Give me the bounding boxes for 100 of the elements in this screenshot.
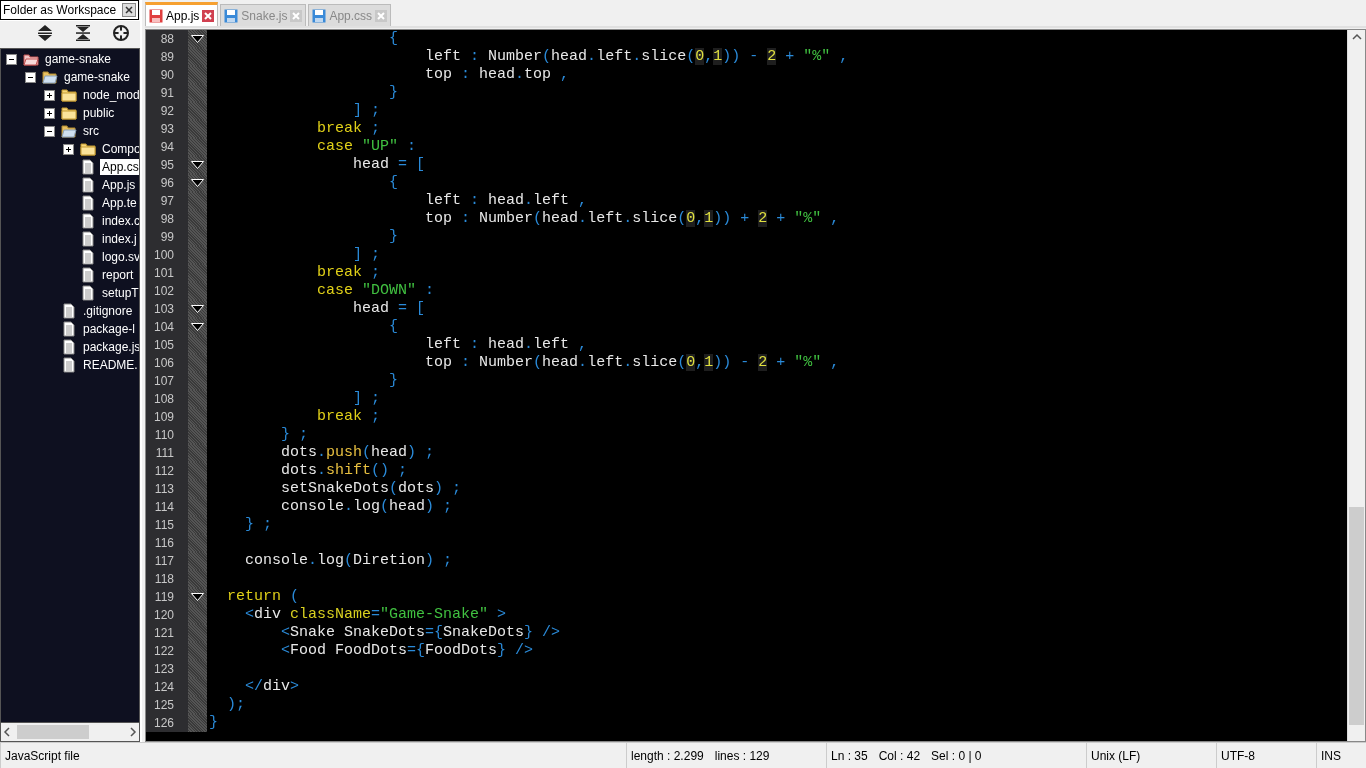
line-number: 103 [146, 300, 188, 318]
code-line: head = [ [352, 156, 426, 174]
fold-marker-icon[interactable] [191, 593, 204, 601]
folder-icon [42, 69, 58, 85]
line-number: 109 [146, 408, 188, 426]
code-line: ] ; [352, 102, 381, 120]
close-icon[interactable] [202, 9, 215, 22]
line-number: 111 [146, 444, 188, 462]
code-line: console.log(head) ; [280, 498, 453, 516]
fold-marker-icon[interactable] [191, 179, 204, 187]
tree-item[interactable]: App.js [100, 177, 138, 193]
close-button[interactable] [122, 3, 136, 17]
code-line: { [388, 30, 399, 48]
line-number: 114 [146, 498, 188, 516]
tree-item[interactable]: README. [81, 357, 139, 373]
code-line: top : Number(head.left.slice(0,1)) - 2 + "%" , [424, 354, 840, 372]
line-number: 96 [146, 174, 188, 192]
line-number: 92 [146, 102, 188, 120]
tree-item[interactable]: index.j [100, 231, 139, 247]
tree-item[interactable]: .gitignore [81, 303, 135, 319]
status-text: INS [1321, 749, 1341, 763]
tree-item[interactable]: game-snake [62, 69, 133, 85]
line-number: 120 [146, 606, 188, 624]
folder-icon [61, 123, 77, 139]
line-number: 116 [146, 534, 188, 552]
code-line: ] ; [352, 246, 381, 264]
line-number: 124 [146, 678, 188, 696]
panel-title: Folder as Workspace [3, 3, 117, 17]
line-number: 126 [146, 714, 188, 732]
file-icon [80, 213, 96, 229]
line-number: 90 [146, 66, 188, 84]
expand-arrows-icon[interactable] [36, 24, 54, 42]
status-text: length : 2.299 [631, 749, 704, 763]
line-number: 102 [146, 282, 188, 300]
folder-icon [61, 105, 77, 121]
collapse-toggle-icon[interactable] [6, 53, 17, 65]
fold-marker-icon[interactable] [191, 323, 204, 331]
status-text: UTF-8 [1221, 749, 1255, 763]
file-icon [80, 267, 96, 283]
code-line: left : head.left , [424, 192, 588, 210]
code-line: left : Number(head.left.slice(0,1)) - 2 + "%" , [424, 48, 849, 66]
crosshair-icon[interactable] [112, 24, 130, 42]
code-line: } [208, 714, 218, 732]
status-text: Unix (LF) [1091, 749, 1141, 763]
code-line: { [388, 318, 399, 336]
collapse-toggle-icon[interactable] [25, 71, 36, 83]
tree-item[interactable]: App.cs [100, 159, 139, 175]
collapse-toggle-icon[interactable] [44, 125, 55, 137]
code-line: head = [ [352, 300, 426, 318]
code-line: ] ; [352, 390, 381, 408]
expand-toggle-icon[interactable] [44, 89, 55, 101]
line-number: 106 [146, 354, 188, 372]
tree-item[interactable]: report [100, 267, 136, 283]
code-line: ); [226, 696, 245, 714]
fold-marker-icon[interactable] [191, 305, 204, 313]
fold-marker-icon[interactable] [191, 161, 204, 169]
file-icon [61, 321, 77, 337]
tree-item[interactable]: game-snake [43, 51, 114, 67]
tree-item[interactable]: setupT [100, 285, 139, 301]
file-icon [80, 285, 96, 301]
tree-item[interactable]: node_mod [81, 87, 139, 103]
status-text: Ln : 35 [831, 749, 868, 763]
line-number: 113 [146, 480, 188, 498]
file-tab[interactable]: App.js [145, 2, 219, 26]
scroll-left-icon[interactable] [1, 726, 13, 738]
line-number: 125 [146, 696, 188, 714]
line-number: 121 [146, 624, 188, 642]
status-text: JavaScript file [5, 749, 80, 763]
fold-marker-icon[interactable] [191, 35, 204, 43]
line-number: 105 [146, 336, 188, 354]
expand-toggle-icon[interactable] [44, 107, 55, 119]
tree-item[interactable]: index.c [100, 213, 139, 229]
code-line: } [388, 84, 399, 102]
code-line: } ; [280, 426, 309, 444]
collapse-arrows-icon[interactable] [74, 24, 92, 42]
scroll-right-icon[interactable] [127, 726, 139, 738]
tree-item[interactable]: public [81, 105, 117, 121]
expand-toggle-icon[interactable] [63, 143, 74, 155]
line-number: 108 [146, 390, 188, 408]
vertical-scrollbar[interactable] [1347, 30, 1365, 741]
line-number: 112 [146, 462, 188, 480]
code-line: { [388, 174, 399, 192]
line-number: 123 [146, 660, 188, 678]
file-icon [80, 195, 96, 211]
file-icon [61, 357, 77, 373]
tree-item[interactable]: src [81, 123, 101, 139]
file-icon [80, 249, 96, 265]
project-folder-icon [23, 51, 39, 67]
file-icon [61, 339, 77, 355]
line-number: 95 [146, 156, 188, 174]
line-number: 115 [146, 516, 188, 534]
line-number: 93 [146, 120, 188, 138]
tree-item[interactable]: App.te [100, 195, 139, 211]
code-line: break ; [316, 120, 381, 138]
code-line: dots.push(head) ; [280, 444, 435, 462]
code-line: top : head.top , [424, 66, 570, 84]
horizontal-scrollbar[interactable] [0, 723, 140, 742]
line-number: 119 [146, 588, 188, 606]
line-number: 100 [146, 246, 188, 264]
tree-item[interactable]: package-l [81, 321, 138, 337]
